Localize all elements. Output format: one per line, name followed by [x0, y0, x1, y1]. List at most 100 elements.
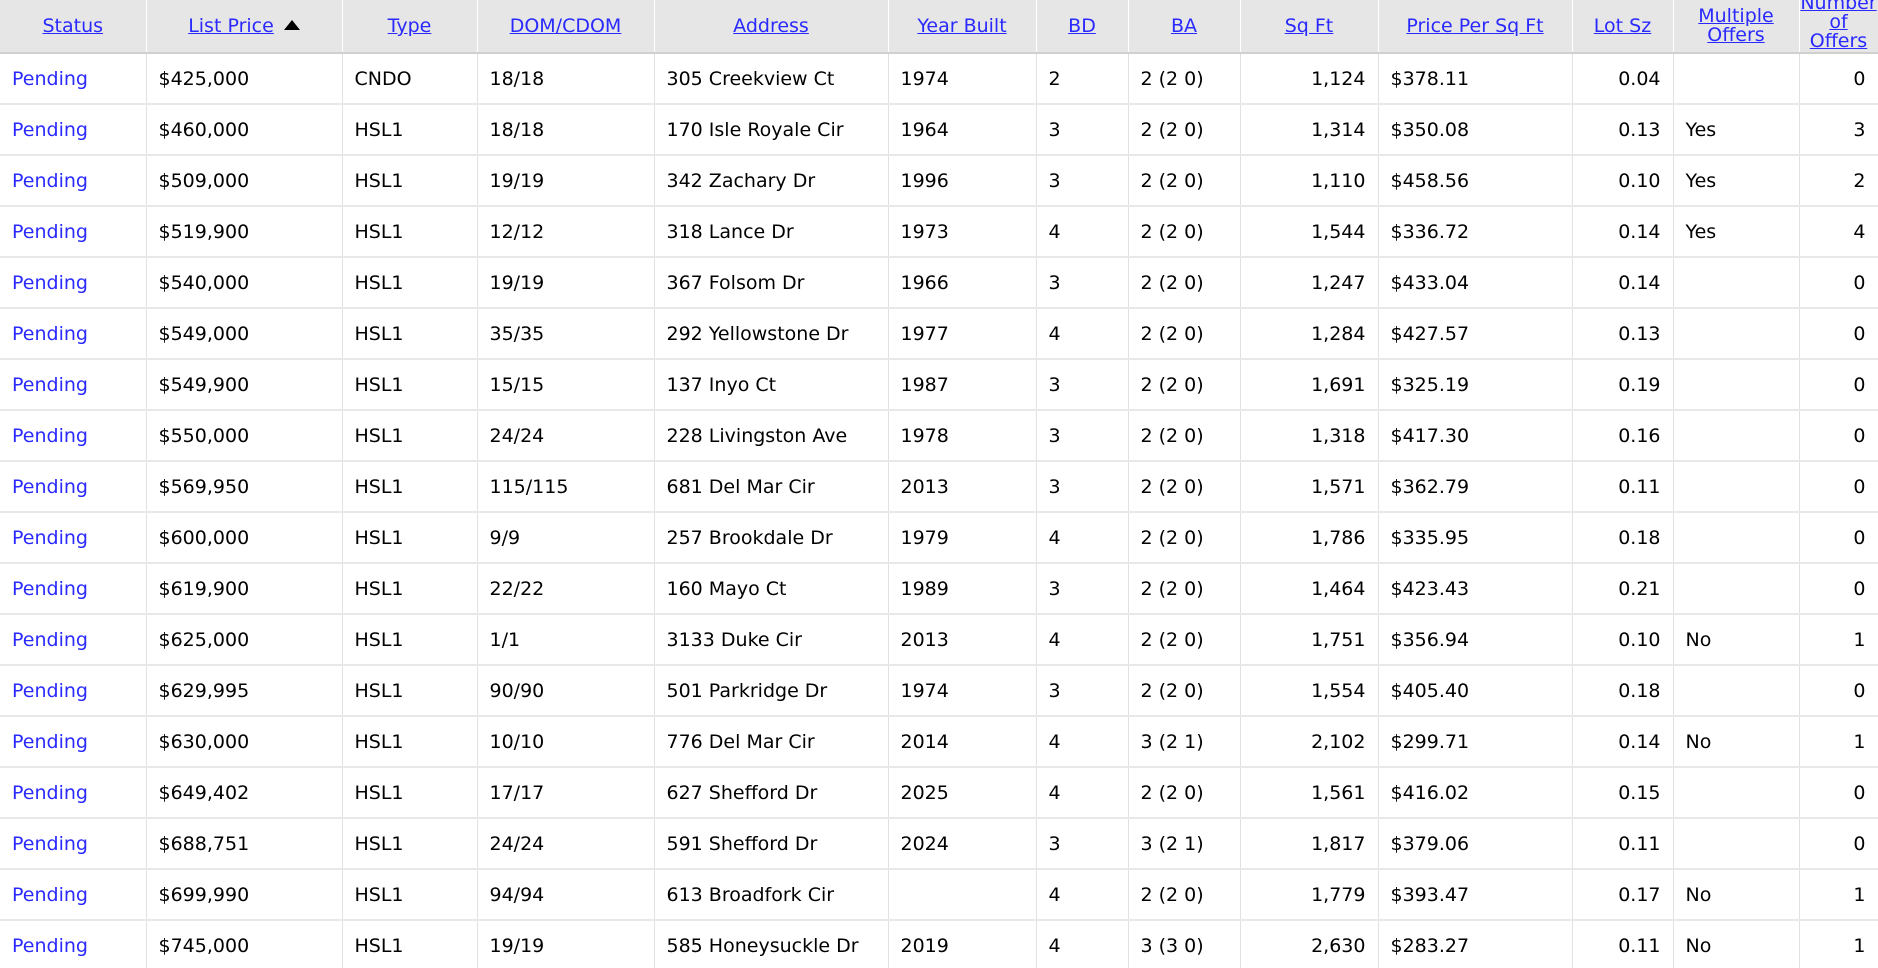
status-link[interactable]: Pending	[12, 476, 88, 498]
address-cell: 318 Lance Dr	[654, 206, 889, 258]
status-cell: Pending	[0, 104, 147, 156]
status-link[interactable]: Pending	[12, 272, 88, 294]
sq-ft-cell: 1,284	[1240, 308, 1379, 360]
status-link[interactable]: Pending	[12, 782, 88, 804]
ba-cell: 2 (2 0)	[1128, 359, 1241, 411]
status-link[interactable]: Pending	[12, 578, 88, 600]
ba-cell: 3 (3 0)	[1128, 920, 1241, 968]
status-link[interactable]: Pending	[12, 68, 88, 90]
status-link[interactable]: Pending	[12, 119, 88, 141]
status-cell: Pending	[0, 461, 147, 513]
lot-sz-cell: 0.15	[1572, 767, 1674, 819]
sq-ft-cell: 2,630	[1240, 920, 1379, 968]
sort-link-price-per-sq-ft[interactable]: Price Per Sq Ft	[1406, 15, 1543, 37]
sq-ft-cell: 1,110	[1240, 155, 1379, 207]
bd-cell: 4	[1036, 716, 1129, 768]
price-per-sq-ft-cell: $299.71	[1378, 716, 1573, 768]
column-header-multiple-offers: Multiple Offers	[1673, 0, 1800, 54]
sort-link-type[interactable]: Type	[388, 15, 432, 37]
status-link[interactable]: Pending	[12, 527, 88, 549]
multiple-offers-cell	[1673, 461, 1800, 513]
year-built-cell: 1996	[888, 155, 1037, 207]
status-cell: Pending	[0, 53, 147, 105]
status-link[interactable]: Pending	[12, 170, 88, 192]
ba-cell: 2 (2 0)	[1128, 512, 1241, 564]
ba-cell: 3 (2 1)	[1128, 716, 1241, 768]
sort-link-year-built[interactable]: Year Built	[917, 15, 1006, 37]
sort-link-ba[interactable]: BA	[1171, 15, 1197, 37]
column-header-type: Type	[342, 0, 478, 54]
number-of-offers-cell: 1	[1799, 869, 1878, 921]
status-link[interactable]: Pending	[12, 680, 88, 702]
table-row: Pending $460,000 HSL1 18/18 170 Isle Royale …	[0, 104, 1878, 156]
status-link[interactable]: Pending	[12, 833, 88, 855]
table-body: Pending $425,000 CNDO 18/18 305 Creekview Ct…	[0, 53, 1878, 968]
status-cell: Pending	[0, 614, 147, 666]
sort-link-bd[interactable]: BD	[1068, 15, 1096, 37]
list-price-cell: $619,900	[146, 563, 343, 615]
year-built-cell: 1977	[888, 308, 1037, 360]
status-cell: Pending	[0, 257, 147, 309]
lot-sz-cell: 0.18	[1572, 512, 1674, 564]
multiple-offers-cell	[1673, 308, 1800, 360]
multiple-offers-cell	[1673, 767, 1800, 819]
status-link[interactable]: Pending	[12, 425, 88, 447]
multiple-offers-cell: No	[1673, 869, 1800, 921]
ba-cell: 2 (2 0)	[1128, 563, 1241, 615]
year-built-cell: 1978	[888, 410, 1037, 462]
sort-link-lot-sz[interactable]: Lot Sz	[1594, 15, 1651, 37]
status-link[interactable]: Pending	[12, 935, 88, 957]
type-cell: HSL1	[342, 716, 478, 768]
sort-link-list-price[interactable]: List Price	[188, 15, 274, 37]
dom-cdom-cell: 12/12	[477, 206, 655, 258]
ba-cell: 2 (2 0)	[1128, 53, 1241, 105]
list-price-cell: $549,900	[146, 359, 343, 411]
status-link[interactable]: Pending	[12, 731, 88, 753]
status-link[interactable]: Pending	[12, 323, 88, 345]
status-link[interactable]: Pending	[12, 884, 88, 906]
year-built-cell: 1989	[888, 563, 1037, 615]
status-link[interactable]: Pending	[12, 629, 88, 651]
sort-link-sq-ft[interactable]: Sq Ft	[1285, 15, 1334, 37]
sort-link-status[interactable]: Status	[42, 15, 103, 37]
type-cell: HSL1	[342, 461, 478, 513]
number-of-offers-cell: 3	[1799, 104, 1878, 156]
number-of-offers-cell: 0	[1799, 53, 1878, 105]
sort-link-multiple-offers[interactable]: Multiple Offers	[1674, 6, 1799, 45]
status-cell: Pending	[0, 512, 147, 564]
status-cell: Pending	[0, 767, 147, 819]
status-link[interactable]: Pending	[12, 221, 88, 243]
sq-ft-cell: 1,544	[1240, 206, 1379, 258]
ba-cell: 2 (2 0)	[1128, 104, 1241, 156]
status-link[interactable]: Pending	[12, 374, 88, 396]
dom-cdom-cell: 10/10	[477, 716, 655, 768]
lot-sz-cell: 0.13	[1572, 308, 1674, 360]
multiple-offers-cell	[1673, 410, 1800, 462]
type-cell: CNDO	[342, 53, 478, 105]
dom-cdom-cell: 24/24	[477, 818, 655, 870]
list-price-cell: $460,000	[146, 104, 343, 156]
address-cell: 257 Brookdale Dr	[654, 512, 889, 564]
table-header: Status List Price Type DOM/CDOM Address …	[0, 0, 1878, 54]
lot-sz-cell: 0.14	[1572, 257, 1674, 309]
year-built-cell: 2013	[888, 614, 1037, 666]
dom-cdom-cell: 15/15	[477, 359, 655, 411]
price-per-sq-ft-cell: $335.95	[1378, 512, 1573, 564]
number-of-offers-cell: 0	[1799, 308, 1878, 360]
list-price-cell: $600,000	[146, 512, 343, 564]
sort-link-address[interactable]: Address	[733, 15, 809, 37]
sq-ft-cell: 1,464	[1240, 563, 1379, 615]
year-built-cell: 1973	[888, 206, 1037, 258]
sort-ascending-icon	[283, 19, 300, 30]
status-cell: Pending	[0, 869, 147, 921]
ba-cell: 2 (2 0)	[1128, 155, 1241, 207]
address-cell: 776 Del Mar Cir	[654, 716, 889, 768]
column-header-status: Status	[0, 0, 147, 54]
sort-link-number-of-offers[interactable]: Number of Offers	[1800, 0, 1878, 51]
price-per-sq-ft-cell: $458.56	[1378, 155, 1573, 207]
status-cell: Pending	[0, 920, 147, 968]
sort-link-dom-cdom[interactable]: DOM/CDOM	[510, 15, 622, 37]
year-built-cell: 2025	[888, 767, 1037, 819]
status-cell: Pending	[0, 563, 147, 615]
number-of-offers-cell: 0	[1799, 563, 1878, 615]
